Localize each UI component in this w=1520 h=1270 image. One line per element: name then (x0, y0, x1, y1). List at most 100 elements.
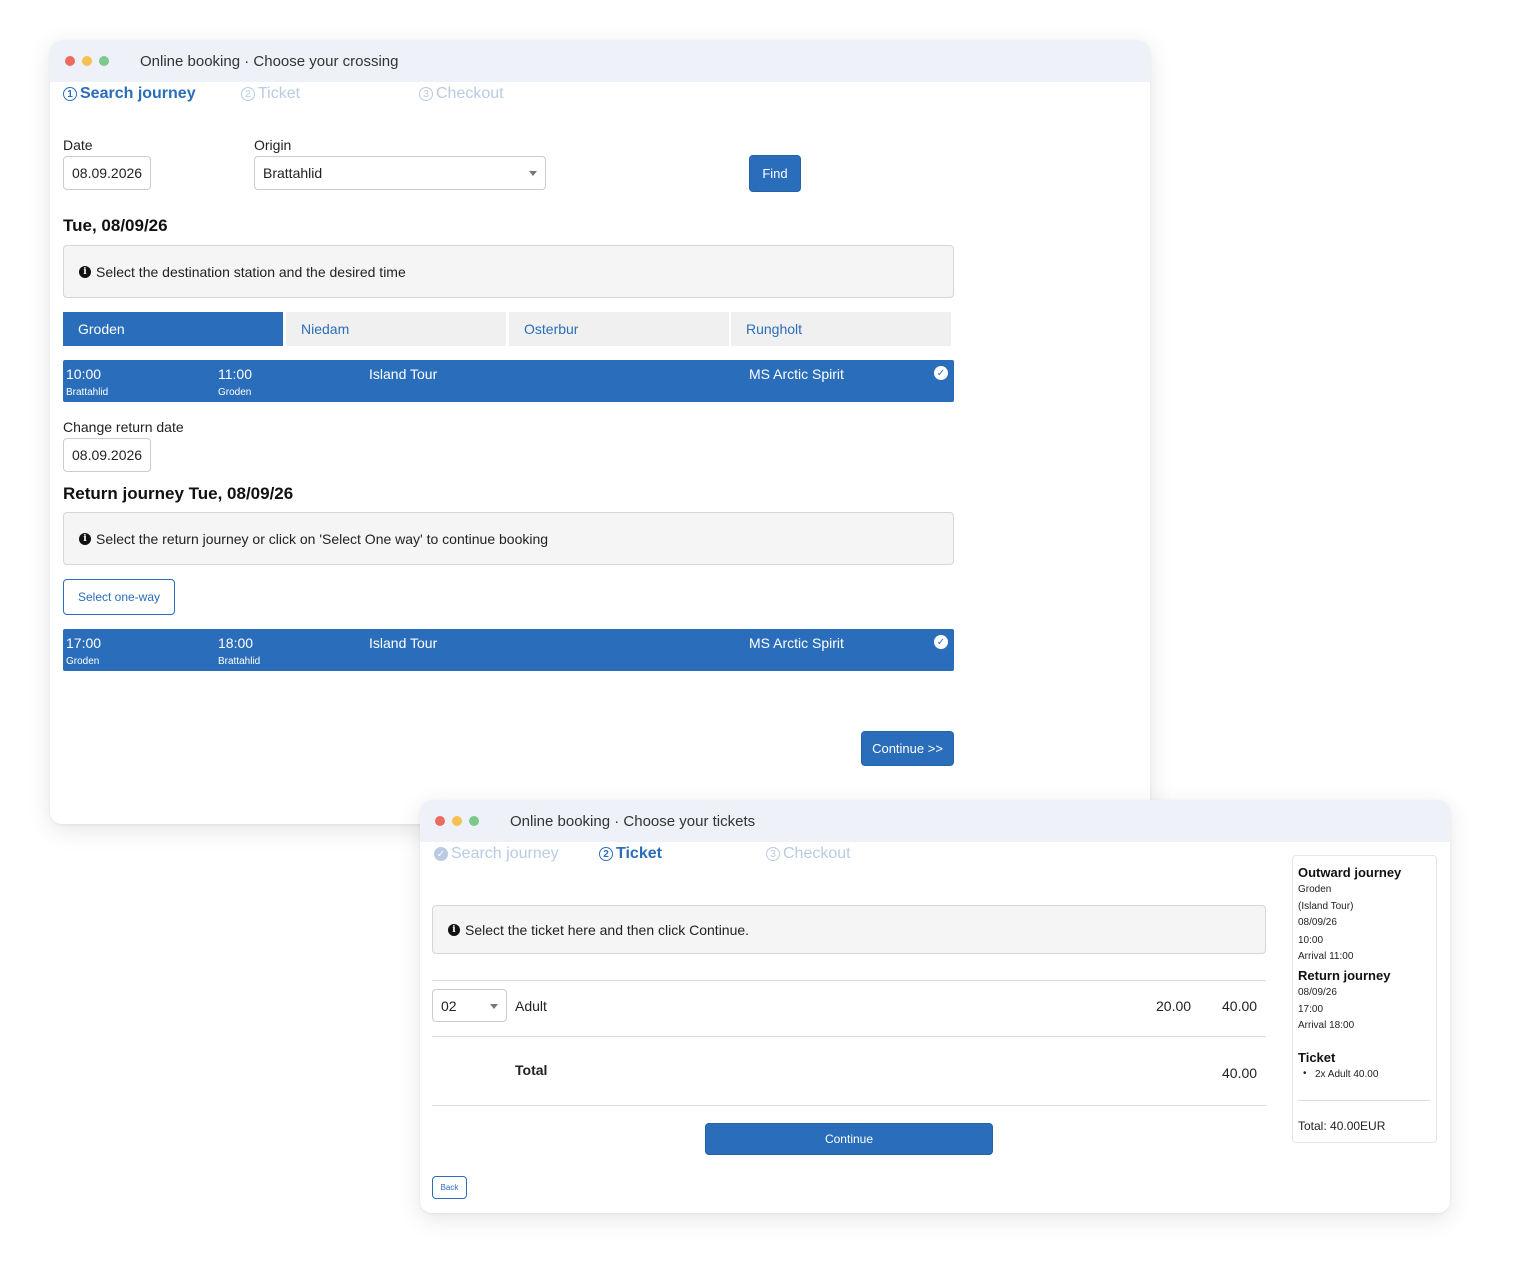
step-label: Ticket (616, 845, 662, 862)
step-number-icon: 3 (419, 87, 433, 101)
outward-journey-heading: Outward journey (1298, 865, 1402, 880)
return-date-input[interactable]: 08.09.2026 (63, 438, 151, 472)
info-icon: i (79, 532, 91, 545)
tickets-window-titlebar: Online booking · Choose your tickets (420, 800, 1450, 842)
total-label: Total (515, 1062, 548, 1078)
return-journey-heading: Return journey Tue, 08/09/26 (63, 484, 294, 503)
select-one-way-button[interactable]: Select one-way (63, 579, 175, 615)
outward-info-text: Select the destination station and the d… (96, 263, 406, 280)
origin-select-value: Brattahlid (263, 165, 323, 181)
arrival-station: Groden (218, 387, 252, 398)
step-ticket[interactable]: 2 Ticket (599, 845, 662, 863)
departure-station: Groden (66, 656, 100, 667)
departure-station: Brattahlid (66, 387, 109, 398)
outward-trip-row[interactable]: 10:00 Brattahlid 11:00 Groden Island Tou… (63, 360, 954, 402)
outward-line: (Island Tour) (1298, 901, 1354, 912)
close-window-dot[interactable] (435, 816, 445, 826)
outward-line: Arrival 11:00 (1298, 951, 1354, 962)
route-name: Island Tour (369, 366, 438, 382)
arrival-time: 11:00 (218, 366, 252, 382)
tab-niedam[interactable]: Niedam (286, 312, 506, 346)
return-info-text: Select the return journey or click on 'S… (96, 530, 549, 547)
quantity-value: 02 (441, 997, 457, 1014)
departure-time: 10:00 (66, 366, 102, 382)
booking-summary: Outward journey Groden (Island Tour) 08/… (1292, 855, 1437, 1143)
window-title: Online booking · Choose your crossing (140, 53, 399, 70)
ticket-info-text: Select the ticket here and then click Co… (465, 921, 750, 938)
quantity-select[interactable]: 02 (432, 989, 507, 1022)
minimize-window-dot[interactable] (452, 816, 462, 826)
step-ticket[interactable]: 2 Ticket (241, 85, 300, 103)
date-label: Date (63, 137, 93, 153)
check-circle-icon: ✓ (434, 847, 448, 861)
tickets-window: Online booking · Choose your tickets ✓ S… (420, 800, 1450, 1213)
step-search-journey[interactable]: 1 Search journey (63, 85, 196, 103)
summary-total: Total: 40.00EUR (1298, 1119, 1386, 1133)
return-trip-row[interactable]: 17:00 Groden 18:00 Brattahlid Island Tou… (63, 629, 954, 671)
minimize-window-dot[interactable] (82, 56, 92, 66)
arrival-station: Brattahlid (218, 656, 261, 667)
step-number-icon: 2 (599, 847, 613, 861)
unit-price: 20.00 (1156, 998, 1192, 1014)
ship-name: MS Arctic Spirit (749, 635, 844, 651)
return-line: 17:00 (1298, 1004, 1324, 1015)
find-button[interactable]: Find (749, 155, 801, 192)
step-number-icon: 2 (241, 87, 255, 101)
line-total: 40.00 (1222, 998, 1258, 1014)
step-label: Search journey (80, 85, 196, 102)
chevron-down-icon (490, 1003, 498, 1009)
origin-select[interactable]: Brattahlid (254, 156, 546, 190)
check-circle-icon: ✓ (934, 366, 948, 380)
step-checkout[interactable]: 3 Checkout (766, 845, 851, 863)
return-info-alert: i Select the return journey or click on … (63, 512, 954, 565)
ticket-type: Adult (515, 998, 547, 1014)
step-label: Checkout (436, 85, 504, 102)
tab-osterbur[interactable]: Osterbur (509, 312, 729, 346)
continue-button[interactable]: Continue (705, 1123, 993, 1155)
step-checkout[interactable]: 3 Checkout (419, 85, 504, 103)
info-icon: i (448, 923, 460, 936)
ticket-info-alert: i Select the ticket here and then click … (432, 905, 1266, 954)
date-input[interactable]: 08.09.2026 (63, 156, 151, 190)
ticket-item: 2x Adult 40.00 (1315, 1069, 1379, 1080)
crossing-window-titlebar: Online booking · Choose your crossing (50, 40, 1150, 82)
ticket-heading: Ticket (1298, 1050, 1336, 1065)
maximize-window-dot[interactable] (99, 56, 109, 66)
step-label: Checkout (783, 845, 851, 862)
route-name: Island Tour (369, 635, 438, 651)
return-line: Arrival 18:00 (1298, 1020, 1355, 1031)
chevron-down-icon (529, 171, 537, 176)
outward-info-alert: i Select the destination station and the… (63, 245, 954, 298)
divider (1298, 1100, 1430, 1101)
step-search-journey[interactable]: ✓ Search journey (434, 845, 559, 863)
return-line: 08/09/26 (1298, 987, 1337, 998)
step-number-icon: 1 (63, 87, 77, 101)
close-window-dot[interactable] (65, 56, 75, 66)
arrival-time: 18:00 (218, 635, 254, 651)
crossing-window: Online booking · Choose your crossing 1 … (50, 40, 1150, 824)
tab-rungholt[interactable]: Rungholt (731, 312, 951, 346)
step-number-icon: 3 (766, 847, 780, 861)
ship-name: MS Arctic Spirit (749, 366, 844, 382)
info-icon: i (79, 265, 91, 278)
check-circle-icon: ✓ (934, 635, 948, 649)
total-value: 40.00 (1222, 1065, 1258, 1081)
step-label: Search journey (451, 845, 559, 862)
divider (432, 1105, 1266, 1106)
outward-line: Groden (1298, 884, 1332, 895)
outward-line: 10:00 (1298, 935, 1324, 946)
departure-time: 17:00 (66, 635, 102, 651)
window-title: Online booking · Choose your tickets (510, 813, 756, 830)
back-button[interactable]: Back (432, 1176, 467, 1199)
outward-date-heading: Tue, 08/09/26 (63, 216, 168, 235)
return-journey-heading: Return journey (1298, 968, 1391, 983)
tab-groden[interactable]: Groden (63, 312, 283, 346)
outward-line: 08/09/26 (1298, 917, 1337, 928)
origin-label: Origin (254, 137, 292, 153)
return-date-label: Change return date (63, 419, 184, 435)
bullet-icon: • (1303, 1068, 1307, 1079)
continue-button[interactable]: Continue >> (861, 731, 954, 766)
maximize-window-dot[interactable] (469, 816, 479, 826)
divider (432, 980, 1266, 981)
divider (432, 1036, 1266, 1037)
